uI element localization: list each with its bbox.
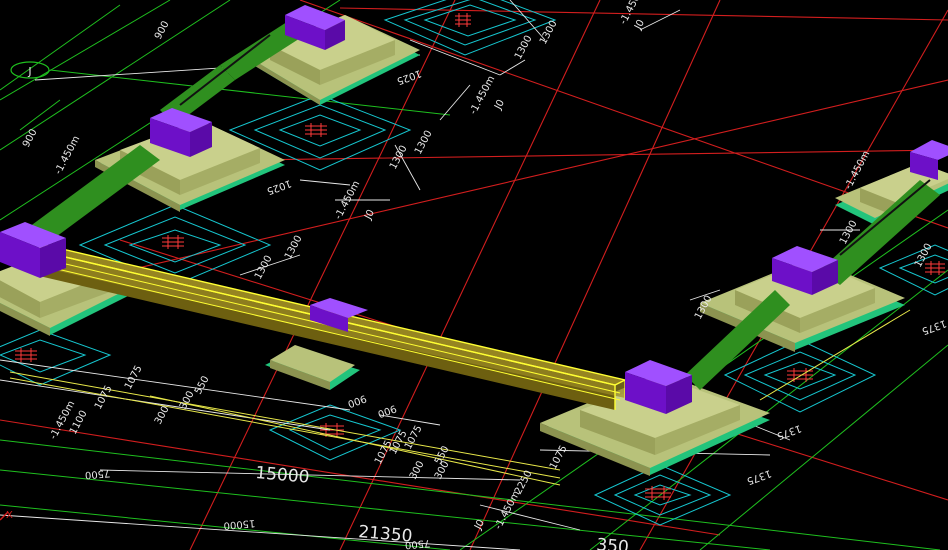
dim-label: J0	[362, 208, 377, 222]
dim-label: 1300	[283, 234, 305, 262]
dim-label: J0	[492, 98, 507, 112]
footing-mid-beam-pad[interactable]	[265, 345, 360, 390]
cad-viewport[interactable]: J 900 900 -1.450m 1300 1300 1025 -1.450m…	[0, 0, 948, 550]
dim-label: 1025	[395, 67, 423, 86]
axis-x-label: X	[6, 510, 13, 521]
dim-label: 1375	[775, 422, 803, 441]
dim-label: 900	[153, 19, 172, 41]
dim-label: 300	[153, 404, 172, 426]
dim-label: 1300	[413, 129, 435, 157]
dim-label: -1.450m	[493, 489, 522, 531]
dim-label: 1075	[548, 444, 570, 472]
dim-label: 1025	[265, 177, 293, 196]
dim-label: 1375	[920, 317, 948, 336]
dim-label: 900	[346, 392, 368, 409]
dim-15000: 15000	[255, 463, 311, 488]
dim-label: 1300	[513, 34, 535, 62]
dim-350: 350	[596, 535, 630, 550]
dim-label: 550	[193, 374, 212, 396]
dim-label: 15000	[223, 517, 256, 531]
grid-bubble-label: J	[27, 65, 31, 78]
dim-label: 1300	[538, 19, 560, 47]
grid-axis-bubble[interactable]: J	[10, 61, 50, 79]
dim-label: 1375	[745, 467, 773, 486]
3d-model-view[interactable]: J 900 900 -1.450m 1300 1300 1025 -1.450m…	[0, 0, 948, 550]
dim-label: 1075	[93, 384, 115, 412]
dim-label: 7500	[84, 467, 110, 480]
dim-label: 1300	[253, 254, 275, 282]
dim-label: -1.450m	[468, 74, 497, 116]
dim-21350: 21350	[358, 522, 414, 547]
dim-label: 900	[21, 127, 40, 149]
dim-label: 900	[376, 402, 398, 419]
dim-label: J0	[632, 18, 647, 32]
